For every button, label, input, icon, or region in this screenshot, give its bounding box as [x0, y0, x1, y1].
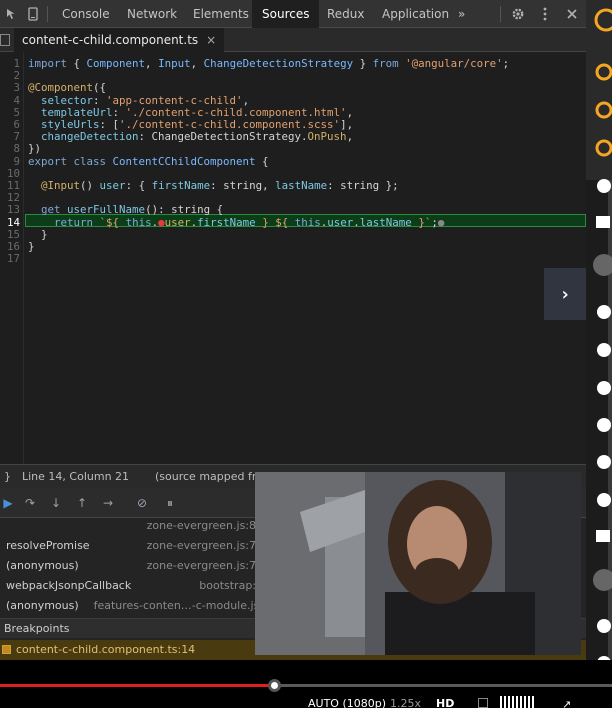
deactivate-breakpoints-icon[interactable]: ⊘: [134, 495, 150, 511]
tab-sources[interactable]: Sources: [252, 0, 320, 28]
code-line: export class ContentCChildComponent {: [28, 154, 269, 168]
line-number[interactable]: 8: [0, 143, 20, 155]
fullscreen-icon[interactable]: ↗: [562, 698, 571, 708]
code-line: import { Component, Input, ChangeDetecti…: [28, 57, 510, 70]
tab-network[interactable]: Network: [117, 0, 187, 28]
breakpoint-checkbox[interactable]: [2, 645, 11, 654]
line-number[interactable]: 13: [0, 204, 20, 216]
speed-label[interactable]: 1.25x: [390, 698, 421, 708]
chevron-right-icon[interactable]: ›: [544, 268, 586, 320]
step-icon[interactable]: →: [100, 495, 116, 511]
braces-icon[interactable]: }: [4, 465, 11, 489]
progress-fill: [0, 684, 274, 687]
more-tabs-button[interactable]: »: [448, 0, 475, 28]
line-number[interactable]: 4: [0, 94, 20, 107]
close-icon[interactable]: [562, 0, 582, 28]
webcam-overlay: [255, 472, 581, 655]
step-out-icon[interactable]: ↑: [74, 495, 90, 511]
volume-icon[interactable]: [478, 698, 488, 708]
playlist-strip: [586, 0, 612, 708]
call-frame[interactable]: webpackJsonpCallback bootstrap:25: [0, 576, 270, 596]
hd-badge[interactable]: HD: [436, 698, 454, 708]
source-mapped-label[interactable]: (source mapped fro: [155, 465, 263, 489]
device-icon[interactable]: [22, 0, 44, 28]
code-line: }): [28, 142, 42, 156]
line-number[interactable]: 17: [0, 252, 20, 265]
video-controls: AUTO (1080p) 1.25x HD ↗: [0, 660, 612, 708]
line-number[interactable]: 9: [0, 155, 20, 168]
resume-icon[interactable]: ▶: [0, 495, 16, 511]
code-editor[interactable]: 1 2 3 4 5 6 7 8 9 10 11 12 13 14 15 16 1…: [0, 52, 586, 464]
code-line: changeDetection: ChangeDetectionStrategy…: [41, 130, 354, 144]
breakpoint-label: content-c-child.component.ts:14: [16, 643, 196, 656]
tab-console[interactable]: Console: [52, 0, 120, 28]
volume-level[interactable]: [500, 696, 534, 708]
tab-elements[interactable]: Elements: [183, 0, 259, 28]
devtools-tab-bar: Console Network Elements Sources Redux A…: [0, 0, 586, 28]
file-tab-label: content-c-child.component.ts: [22, 33, 199, 47]
call-frame[interactable]: (anonymous) features-conten…-c-module.js…: [0, 596, 270, 616]
tab-application[interactable]: Application: [372, 0, 459, 28]
tab-redux[interactable]: Redux: [317, 0, 375, 28]
code-line: @Input() user: { firstName: string, last…: [41, 179, 399, 192]
line-number-current[interactable]: 14: [0, 216, 20, 229]
call-frame[interactable]: resolvePromise zone-evergreen.js:785: [0, 536, 270, 556]
pause-on-exceptions-icon[interactable]: ⏸: [162, 495, 178, 511]
inspect-icon[interactable]: [2, 0, 22, 28]
cursor-position: Line 14, Column 21: [22, 470, 130, 483]
step-into-icon[interactable]: ↓: [48, 495, 64, 511]
settings-icon[interactable]: [508, 0, 528, 28]
code-line: }: [28, 240, 35, 253]
file-tab[interactable]: content-c-child.component.ts ×: [14, 28, 225, 52]
step-over-icon[interactable]: ↷: [22, 495, 38, 511]
close-tab-icon[interactable]: ×: [206, 33, 216, 47]
call-frame[interactable]: (anonymous) zone-evergreen.js:705: [0, 556, 270, 576]
sidebar-toggle-icon[interactable]: [0, 34, 10, 46]
playlist-markers: [586, 0, 612, 708]
scrubber-handle[interactable]: [267, 679, 281, 692]
code-line-current: return `${ this.●user.firstName } ${ thi…: [54, 215, 445, 229]
line-number[interactable]: 3: [0, 82, 20, 94]
code-line: }: [28, 227, 48, 241]
editor-tab-bar: content-c-child.component.ts ×: [0, 28, 586, 52]
call-frame[interactable]: zone-evergreen.js:847: [0, 518, 270, 536]
quality-label[interactable]: AUTO (1080p): [308, 698, 386, 708]
kebab-icon[interactable]: [536, 0, 554, 28]
